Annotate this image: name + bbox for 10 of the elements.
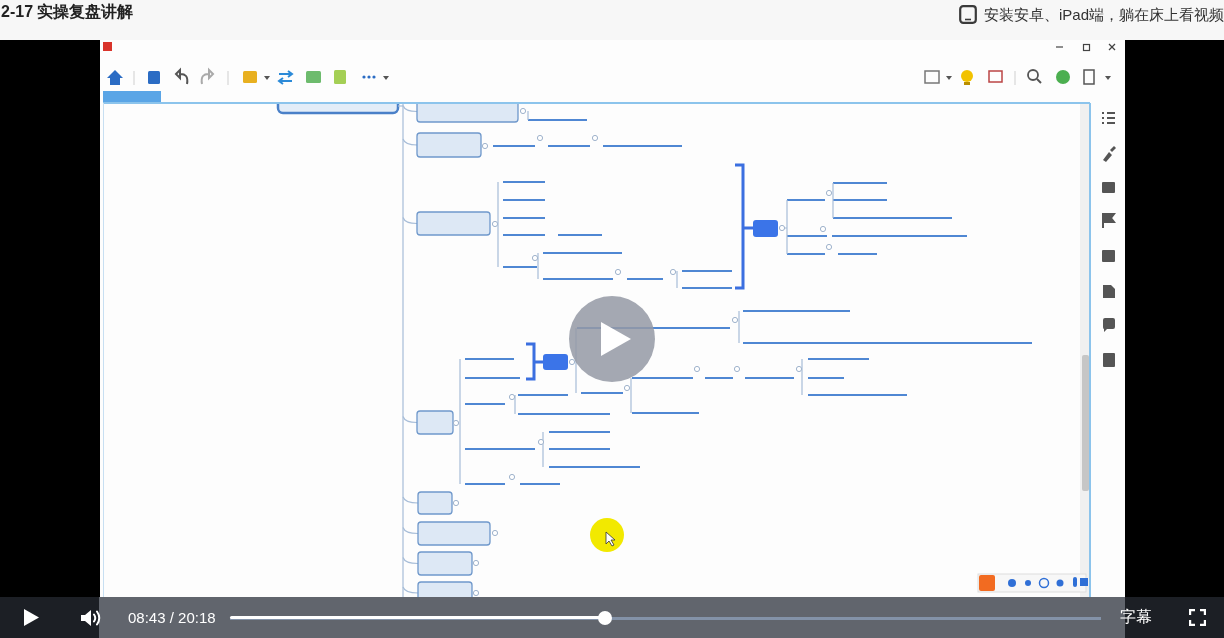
playback-time: 08:43 / 20:18 (128, 609, 216, 626)
app-install-link[interactable]: 安装安卓、iPad端，躺在床上看视频 (958, 5, 1224, 24)
volume-icon (80, 607, 102, 628)
progress-thumb[interactable] (598, 610, 613, 625)
video-title: 2-17 实操复盘讲解 (1, 2, 134, 22)
play-icon (23, 609, 39, 626)
fullscreen-icon (1188, 609, 1206, 626)
subtitles-button[interactable]: 字幕 (1116, 602, 1156, 633)
tablet-icon (958, 5, 977, 24)
play-icon (600, 321, 631, 357)
